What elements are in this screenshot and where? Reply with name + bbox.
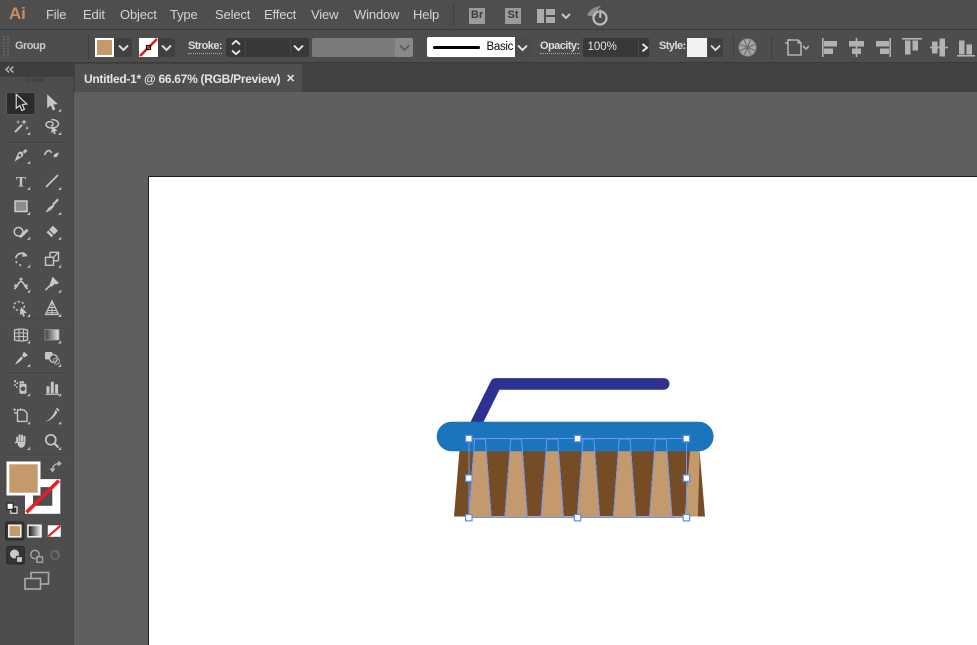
svg-text:T: T: [16, 175, 26, 191]
